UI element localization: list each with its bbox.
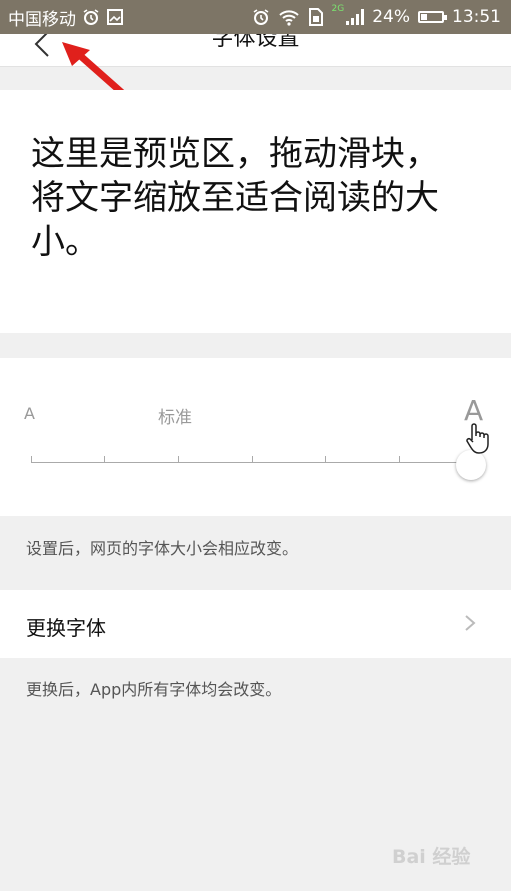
- change-font-row[interactable]: 更换字体: [0, 590, 511, 658]
- slider-tick[interactable]: [31, 456, 32, 463]
- slider-tick[interactable]: [325, 456, 326, 463]
- alarm-icon: [82, 8, 100, 26]
- alarm-icon: [252, 8, 270, 26]
- change-font-label: 更换字体: [26, 616, 106, 640]
- preview-area: 这里是预览区，拖动滑块，将文字缩放至适合阅读的大小。: [0, 90, 511, 333]
- small-font-label: A: [24, 404, 35, 423]
- wifi-icon: [278, 8, 300, 26]
- change-font-hint: 更换后，App内所有字体均会改变。: [26, 680, 282, 699]
- network-type-badge: 2G: [331, 4, 345, 14]
- clock: 13:51: [452, 7, 501, 27]
- slider-tick[interactable]: [104, 456, 105, 463]
- carrier-name: 中国移动: [8, 9, 76, 30]
- standard-font-label: 标准: [158, 408, 192, 428]
- slider-tick[interactable]: [399, 456, 400, 463]
- chevron-right-icon: [465, 615, 476, 631]
- battery-percent: 24%: [372, 7, 410, 27]
- slider-tick[interactable]: [252, 456, 253, 463]
- slider-tick[interactable]: [178, 456, 179, 463]
- preview-text: 这里是预览区，拖动滑块，将文字缩放至适合阅读的大小。: [31, 134, 439, 262]
- image-icon: [106, 8, 124, 26]
- signal-icon: [346, 9, 365, 25]
- sim-icon: [308, 8, 324, 26]
- battery-icon: [418, 11, 447, 23]
- hand-pointer-icon: [466, 423, 489, 454]
- watermark: Bai 经验: [392, 846, 471, 868]
- font-size-hint: 设置后，网页的字体大小会相应改变。: [26, 539, 299, 558]
- status-bar: 中国移动 2G 24% 13:51: [0, 0, 511, 34]
- font-size-slider-card: A 标准 A: [0, 358, 511, 516]
